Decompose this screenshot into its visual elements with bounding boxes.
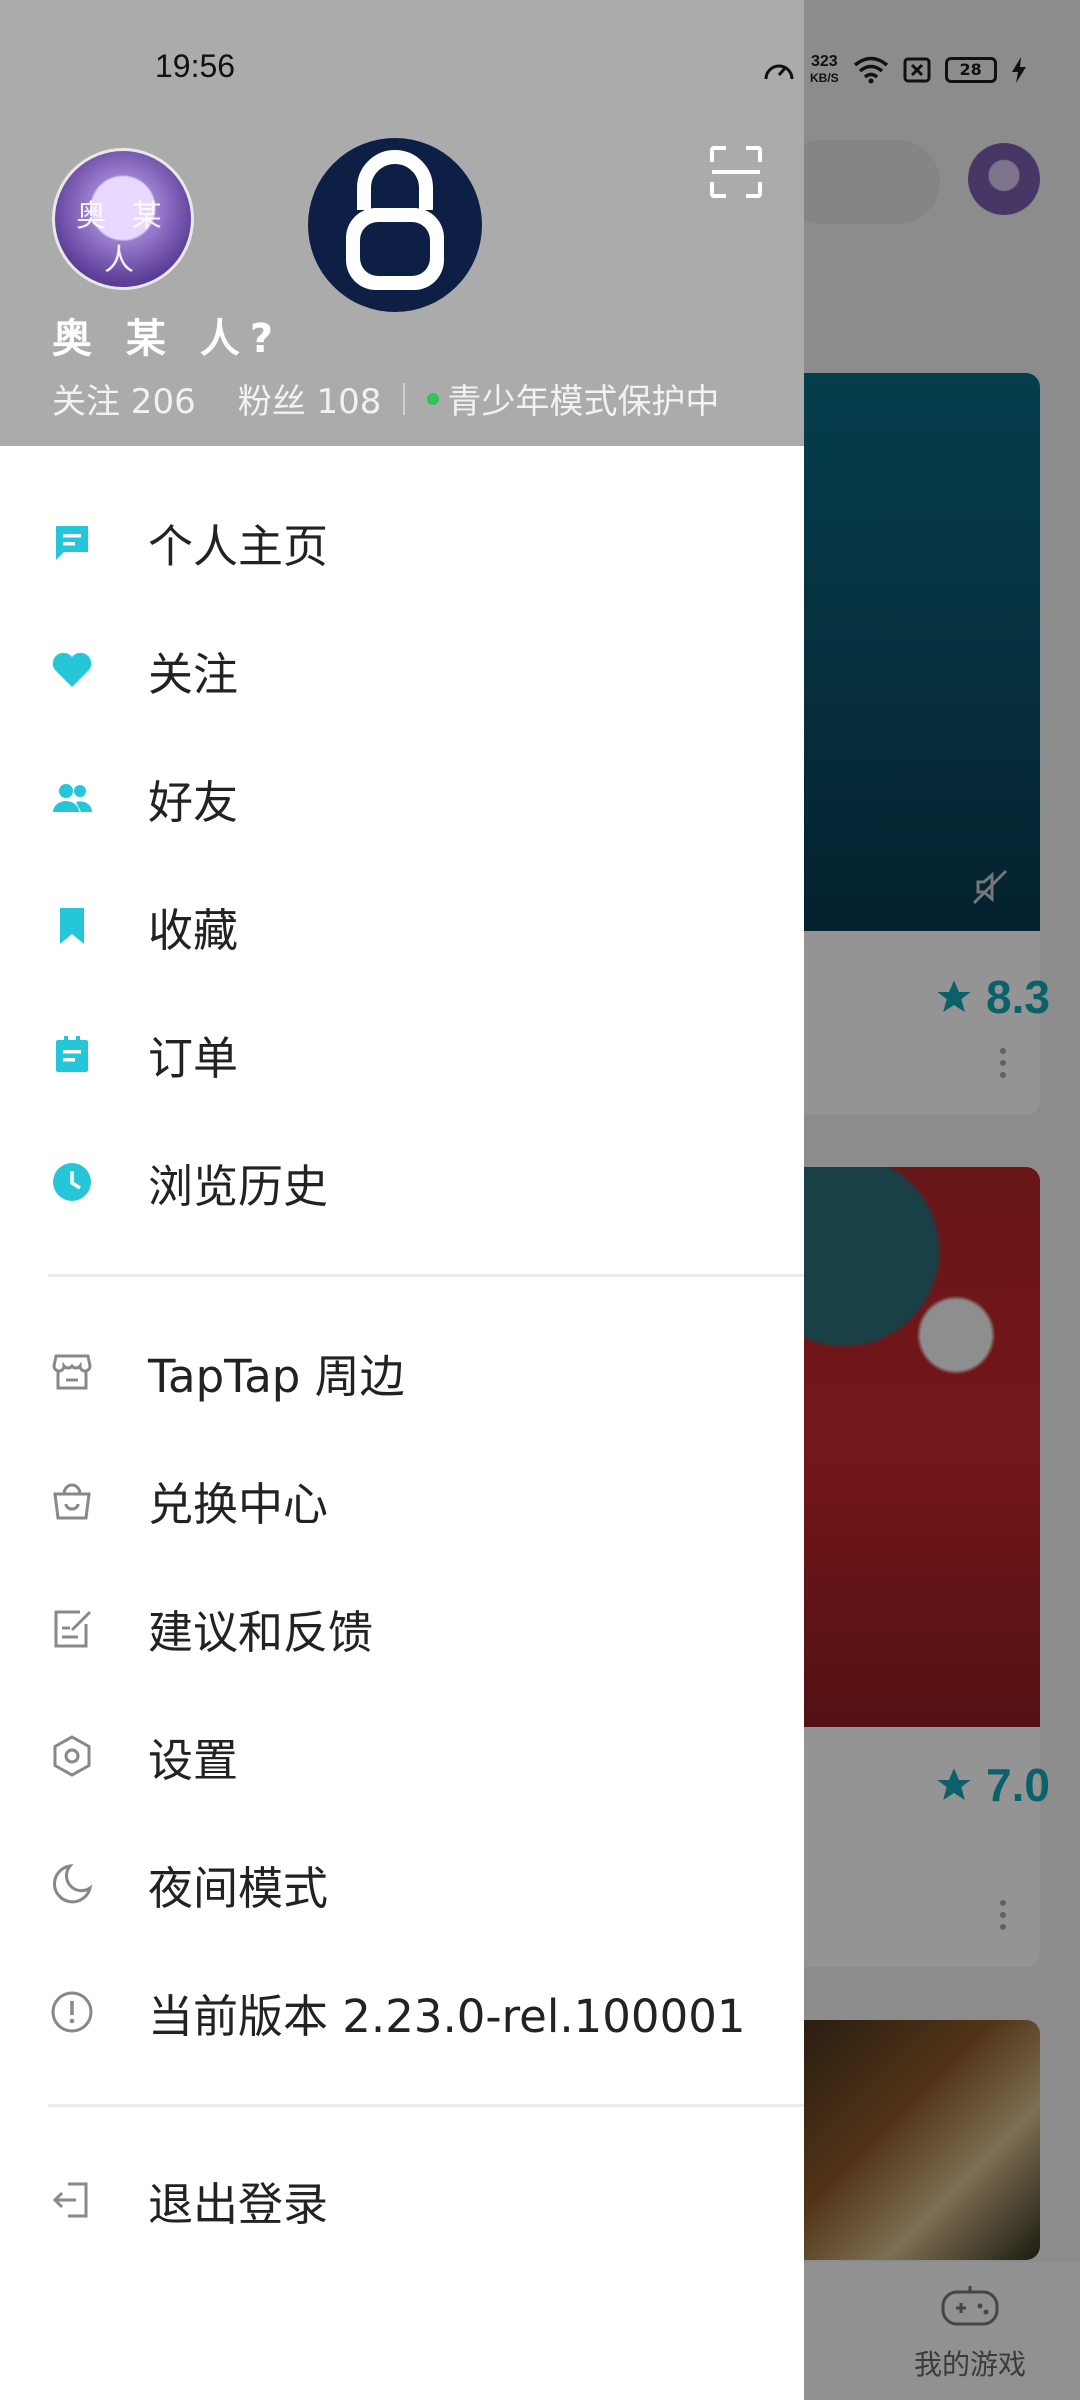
battery-icon: 28	[944, 57, 997, 83]
menu-item-label: 兑换中心	[148, 1477, 329, 1531]
wifi-icon	[853, 56, 888, 84]
order-icon	[56, 1036, 88, 1072]
menu-item-night-mode[interactable]: 夜间模式	[0, 1834, 804, 1934]
menu-item-following[interactable]: 关注	[0, 620, 804, 720]
clock-icon	[53, 1163, 91, 1201]
menu-item-taptap-merch[interactable]: TapTap 周边	[0, 1322, 804, 1422]
menu-item-label: 退出登录	[148, 2177, 329, 2231]
menu-item-favorites[interactable]: 收藏	[0, 876, 804, 976]
menu-item-label: 当前版本 2.23.0-rel.100001	[148, 1989, 746, 2043]
menu-item-orders[interactable]: 订单	[0, 1004, 804, 1104]
followers-count[interactable]: 粉丝 108	[238, 374, 382, 423]
menu-item-label: 建议和反馈	[148, 1605, 374, 1659]
stats-divider	[403, 382, 406, 415]
menu-divider	[48, 2104, 804, 2107]
friends-icon	[53, 784, 93, 812]
network-speed: 323 KB/S	[810, 53, 839, 86]
menu-item-history[interactable]: 浏览历史	[0, 1132, 804, 1232]
drawer-header: 19:56 323 KB/S 28 奥 某 人 奥 某 人? 关注 206 粉丝…	[0, 0, 1026, 446]
no-sim-icon	[903, 57, 931, 83]
charging-icon	[1011, 57, 1026, 83]
username[interactable]: 奥 某 人?	[52, 306, 283, 364]
menu-item-label: 关注	[148, 647, 239, 701]
menu-item-label: 浏览历史	[148, 1159, 329, 1213]
user-avatar[interactable]: 奥 某 人	[52, 148, 194, 290]
scan-icon[interactable]	[708, 144, 764, 200]
menu-item-redeem-center[interactable]: 兑换中心	[0, 1450, 804, 1550]
store-icon	[52, 1354, 92, 1390]
menu-item-version[interactable]: 当前版本 2.23.0-rel.100001	[0, 1962, 804, 2062]
menu-item-label: TapTap 周边	[148, 1349, 405, 1403]
profile-icon	[56, 526, 88, 560]
menu-item-logout[interactable]: 退出登录	[0, 2150, 804, 2250]
logout-icon	[52, 2182, 88, 2218]
navigation-drawer: 19:56 323 KB/S 28 奥 某 人 奥 某 人? 关注 206 粉丝…	[0, 0, 1026, 2400]
menu-item-settings[interactable]: 设置	[0, 1706, 804, 1806]
heart-icon	[52, 652, 92, 687]
menu-item-label: 收藏	[148, 903, 239, 957]
menu-item-label: 好友	[148, 775, 239, 829]
following-count[interactable]: 关注 206	[52, 374, 196, 423]
profile-stats: 关注 206 粉丝 108 青少年模式保护中	[52, 374, 719, 423]
menu-divider	[48, 1274, 804, 1277]
bookmark-icon	[60, 908, 84, 944]
info-icon	[51, 1991, 93, 2033]
moon-icon	[53, 1863, 93, 1904]
menu-item-label: 夜间模式	[148, 1861, 329, 1915]
menu-item-label: 个人主页	[148, 519, 329, 573]
menu-item-label: 订单	[148, 1031, 239, 1085]
menu-item-label: 设置	[148, 1733, 239, 1787]
speedometer-icon	[764, 64, 794, 80]
youth-mode-status[interactable]: 青少年模式保护中	[447, 374, 719, 423]
bag-icon	[53, 1483, 91, 1520]
settings-icon	[53, 1735, 91, 1777]
status-icons: 323 KB/S 28	[762, 50, 1027, 90]
status-dot-icon	[427, 392, 440, 405]
lock-icon	[308, 138, 482, 312]
menu-item-profile[interactable]: 个人主页	[0, 492, 804, 592]
status-time: 19:56	[155, 48, 236, 84]
menu-item-friends[interactable]: 好友	[0, 748, 804, 848]
menu-item-feedback[interactable]: 建议和反馈	[0, 1578, 804, 1678]
feedback-icon	[54, 1610, 92, 1648]
